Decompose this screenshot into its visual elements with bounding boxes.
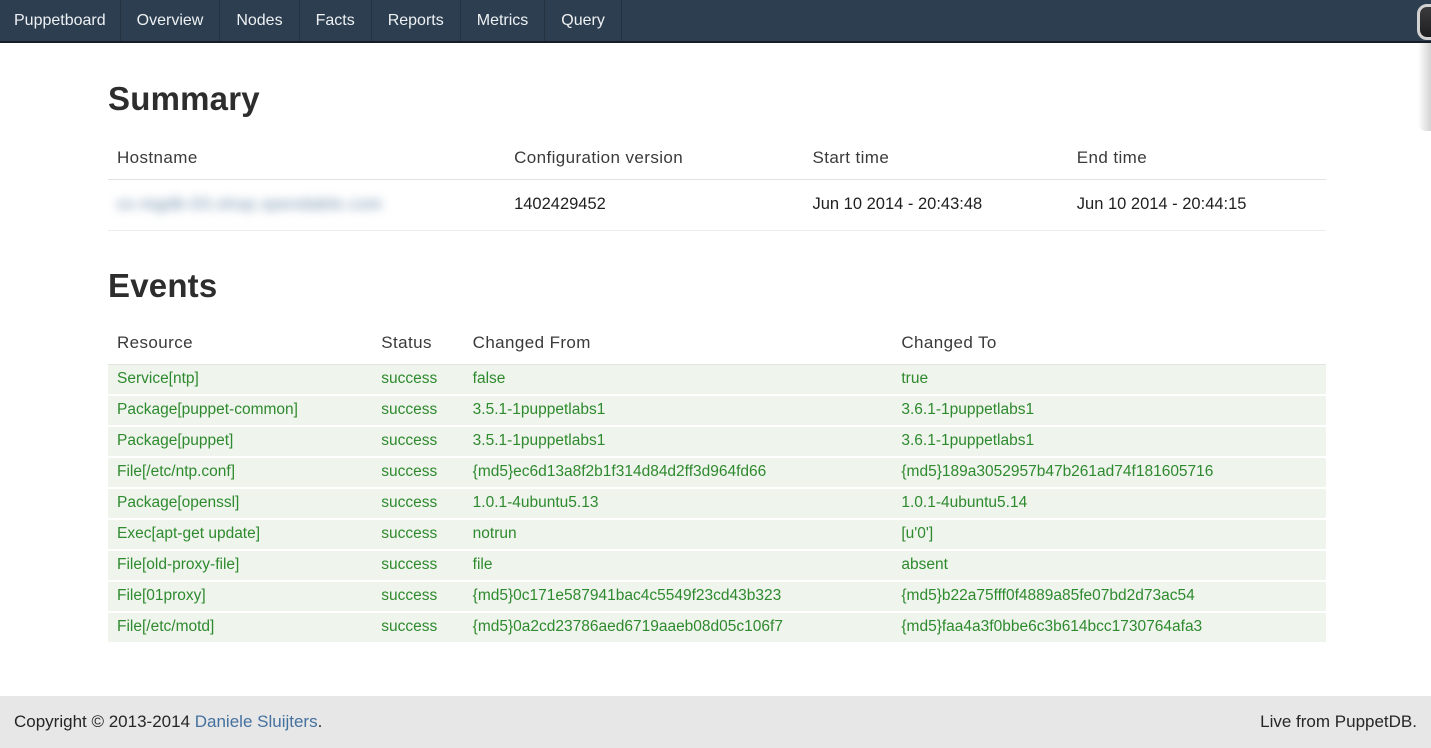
summary-end-time-cell: Jun 10 2014 - 20:44:15 <box>1068 180 1326 231</box>
event-to-cell: 3.6.1-1puppetlabs1 <box>892 395 1326 426</box>
event-status-cell: success <box>372 426 463 457</box>
events-header-row: Resource Status Changed From Changed To <box>108 325 1326 365</box>
table-row: Package[openssl]success1.0.1-4ubuntu5.13… <box>108 488 1326 519</box>
events-table: Resource Status Changed From Changed To … <box>108 325 1326 644</box>
footer-copyright: Copyright © 2013-2014 Daniele Sluijters. <box>14 712 322 732</box>
event-from-cell: false <box>464 365 893 396</box>
event-from-cell: {md5}0a2cd23786aed6719aaeb08d05c106f7 <box>464 612 893 643</box>
browser-overlay-handle[interactable] <box>1417 4 1431 40</box>
summary-config-version-cell: 1402429452 <box>505 180 803 231</box>
events-heading: Events <box>108 267 1326 305</box>
navbar-brand[interactable]: Puppetboard <box>0 0 121 41</box>
summary-row: xx-mgdb-03.shop.spendable.com 1402429452… <box>108 180 1326 231</box>
copyright-period: . <box>318 712 323 731</box>
summary-col-hostname: Hostname <box>108 140 505 180</box>
event-status-cell: success <box>372 365 463 396</box>
copyright-text: Copyright © 2013-2014 <box>14 712 195 731</box>
author-link[interactable]: Daniele Sluijters <box>195 712 318 731</box>
events-col-status: Status <box>372 325 463 365</box>
nav-item-overview[interactable]: Overview <box>121 0 221 41</box>
event-to-cell: 3.6.1-1puppetlabs1 <box>892 426 1326 457</box>
event-from-cell: 3.5.1-1puppetlabs1 <box>464 426 893 457</box>
summary-header-row: Hostname Configuration version Start tim… <box>108 140 1326 180</box>
event-resource-cell: File[/etc/motd] <box>108 612 372 643</box>
nav-item-nodes[interactable]: Nodes <box>220 0 299 41</box>
event-from-cell: {md5}0c171e587941bac4c5549f23cd43b323 <box>464 581 893 612</box>
table-row: Package[puppet]success3.5.1-1puppetlabs1… <box>108 426 1326 457</box>
table-row: File[/etc/motd]success{md5}0a2cd23786aed… <box>108 612 1326 643</box>
summary-col-end-time: End time <box>1068 140 1326 180</box>
summary-col-start-time: Start time <box>803 140 1067 180</box>
event-resource-cell: Package[puppet] <box>108 426 372 457</box>
event-resource-cell: Exec[apt-get update] <box>108 519 372 550</box>
event-to-cell: absent <box>892 550 1326 581</box>
footer: Copyright © 2013-2014 Daniele Sluijters.… <box>0 696 1431 748</box>
summary-col-config-version: Configuration version <box>505 140 803 180</box>
table-row: Service[ntp]successfalsetrue <box>108 365 1326 396</box>
nav-item-metrics[interactable]: Metrics <box>461 0 546 41</box>
table-row: Package[puppet-common]success3.5.1-1pupp… <box>108 395 1326 426</box>
event-status-cell: success <box>372 457 463 488</box>
event-status-cell: success <box>372 581 463 612</box>
events-col-changed-to: Changed To <box>892 325 1326 365</box>
event-from-cell: 1.0.1-4ubuntu5.13 <box>464 488 893 519</box>
nav-item-query[interactable]: Query <box>545 0 622 41</box>
summary-start-time-cell: Jun 10 2014 - 20:43:48 <box>803 180 1067 231</box>
event-from-cell: file <box>464 550 893 581</box>
event-status-cell: success <box>372 395 463 426</box>
event-from-cell: notrun <box>464 519 893 550</box>
navbar: Puppetboard Overview Nodes Facts Reports… <box>0 0 1431 43</box>
nav-item-reports[interactable]: Reports <box>372 0 461 41</box>
event-resource-cell: File[01proxy] <box>108 581 372 612</box>
event-resource-cell: File[old-proxy-file] <box>108 550 372 581</box>
table-row: File[old-proxy-file]successfileabsent <box>108 550 1326 581</box>
main-content: Summary Hostname Configuration version S… <box>108 80 1326 644</box>
event-to-cell: 1.0.1-4ubuntu5.14 <box>892 488 1326 519</box>
event-resource-cell: Package[puppet-common] <box>108 395 372 426</box>
event-status-cell: success <box>372 612 463 643</box>
event-to-cell: {md5}faa4a3f0bbe6c3b614bcc1730764afa3 <box>892 612 1326 643</box>
browser-overlay-shadow <box>1418 43 1431 131</box>
event-resource-cell: Service[ntp] <box>108 365 372 396</box>
event-status-cell: success <box>372 519 463 550</box>
events-col-changed-from: Changed From <box>464 325 893 365</box>
table-row: File[01proxy]success{md5}0c171e587941bac… <box>108 581 1326 612</box>
summary-table: Hostname Configuration version Start tim… <box>108 140 1326 231</box>
event-to-cell: [u'0'] <box>892 519 1326 550</box>
hostname-link-redacted[interactable]: xx-mgdb-03.shop.spendable.com <box>117 196 383 214</box>
summary-heading: Summary <box>108 80 1326 118</box>
event-status-cell: success <box>372 550 463 581</box>
nav-item-facts[interactable]: Facts <box>300 0 372 41</box>
table-row: File[/etc/ntp.conf]success{md5}ec6d13a8f… <box>108 457 1326 488</box>
event-from-cell: {md5}ec6d13a8f2b1f314d84d2ff3d964fd66 <box>464 457 893 488</box>
footer-live-status: Live from PuppetDB. <box>1260 712 1417 732</box>
event-from-cell: 3.5.1-1puppetlabs1 <box>464 395 893 426</box>
event-to-cell: {md5}b22a75fff0f4889a85fe07bd2d73ac54 <box>892 581 1326 612</box>
events-col-resource: Resource <box>108 325 372 365</box>
event-to-cell: true <box>892 365 1326 396</box>
event-status-cell: success <box>372 488 463 519</box>
event-to-cell: {md5}189a3052957b47b261ad74f181605716 <box>892 457 1326 488</box>
table-row: Exec[apt-get update]successnotrun[u'0'] <box>108 519 1326 550</box>
summary-hostname-cell: xx-mgdb-03.shop.spendable.com <box>108 180 505 231</box>
event-resource-cell: File[/etc/ntp.conf] <box>108 457 372 488</box>
event-resource-cell: Package[openssl] <box>108 488 372 519</box>
